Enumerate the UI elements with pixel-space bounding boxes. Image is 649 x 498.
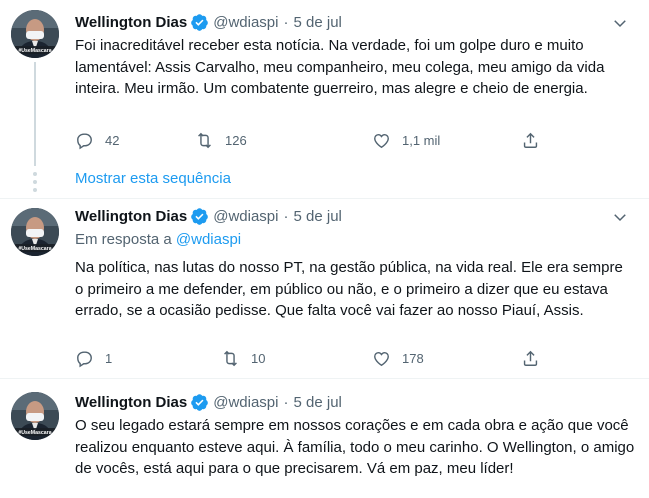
- author-name[interactable]: Wellington Dias: [75, 14, 187, 31]
- profile-photo-icon: #UseMascara: [11, 208, 59, 256]
- tweet-text: Na política, nas lutas do nosso PT, na g…: [75, 259, 623, 319]
- reply-count: 1: [105, 351, 113, 366]
- avatar-badge: #UseMascara: [18, 430, 51, 436]
- like-count: 1,1 mil: [402, 133, 441, 148]
- avatar-badge: #UseMascara: [18, 246, 51, 252]
- tweet-date[interactable]: 5 de jul: [294, 394, 342, 411]
- retweet-count: 126: [225, 133, 247, 148]
- tweet-actions: 1 10 178: [72, 349, 552, 369]
- verified-badge-icon: [191, 207, 209, 225]
- verified-badge-icon: [191, 13, 209, 31]
- tweet-header: Wellington Dias @wdiaspi · 5 de jul: [75, 12, 342, 32]
- avatar[interactable]: #UseMascara: [11, 10, 59, 58]
- reply-icon: [77, 133, 92, 150]
- author-name[interactable]: Wellington Dias: [75, 394, 187, 411]
- thread-dot: [33, 180, 37, 184]
- share-button[interactable]: [521, 349, 551, 368]
- avatar-badge: #UseMascara: [18, 48, 51, 54]
- divider: [0, 198, 649, 199]
- like-button[interactable]: 1,1 mil: [372, 131, 440, 150]
- author-handle[interactable]: @wdiaspi: [213, 394, 278, 411]
- reply-prefix: Em resposta a: [75, 231, 176, 248]
- avatar[interactable]: #UseMascara: [11, 208, 59, 256]
- share-button[interactable]: [521, 131, 551, 150]
- reply-context: Em resposta a @wdiaspi: [75, 231, 241, 248]
- tweet-header: Wellington Dias @wdiaspi · 5 de jul: [75, 206, 342, 226]
- share-icon: [523, 132, 538, 148]
- profile-photo-icon: #UseMascara: [11, 10, 59, 58]
- separator-dot: ·: [283, 393, 289, 411]
- reply-to-handle[interactable]: @wdiaspi: [176, 231, 241, 248]
- reply-button[interactable]: 42: [75, 131, 119, 150]
- heart-icon: [374, 134, 389, 149]
- heart-icon: [374, 352, 389, 367]
- divider: [0, 378, 649, 379]
- author-name[interactable]: Wellington Dias: [75, 208, 187, 225]
- show-thread-link[interactable]: Mostrar esta sequência: [75, 170, 231, 187]
- tweet-date[interactable]: 5 de jul: [294, 14, 342, 31]
- tweet-actions: 42 126 1,1 mil: [72, 131, 552, 151]
- retweet-button[interactable]: 126: [195, 131, 247, 150]
- verified-badge-icon: [191, 393, 209, 411]
- profile-photo-icon: #UseMascara: [11, 392, 59, 440]
- author-handle[interactable]: @wdiaspi: [213, 14, 278, 31]
- retweet-icon: [224, 350, 237, 367]
- tweet-date[interactable]: 5 de jul: [294, 208, 342, 225]
- thread-dot: [33, 188, 37, 192]
- tweet-text: Foi inacreditável receber esta notícia. …: [75, 37, 605, 97]
- tweet-text: O seu legado estará sempre em nossos cor…: [75, 417, 635, 477]
- reply-count: 42: [105, 133, 120, 148]
- chevron-down-icon[interactable]: [611, 14, 629, 32]
- thread-line: [34, 62, 36, 166]
- like-button[interactable]: 178: [372, 349, 424, 368]
- thread-dot: [33, 172, 37, 176]
- separator-dot: ·: [283, 207, 289, 225]
- tweet-header: Wellington Dias @wdiaspi · 5 de jul: [75, 392, 342, 412]
- retweet-icon: [198, 132, 211, 149]
- avatar[interactable]: #UseMascara: [11, 392, 59, 440]
- retweet-button[interactable]: 10: [221, 349, 265, 368]
- retweet-count: 10: [251, 351, 266, 366]
- author-handle[interactable]: @wdiaspi: [213, 208, 278, 225]
- like-count: 178: [402, 351, 424, 366]
- separator-dot: ·: [283, 13, 289, 31]
- chevron-down-icon[interactable]: [611, 208, 629, 226]
- share-icon: [523, 350, 538, 366]
- reply-icon: [77, 351, 92, 368]
- reply-button[interactable]: 1: [75, 349, 112, 368]
